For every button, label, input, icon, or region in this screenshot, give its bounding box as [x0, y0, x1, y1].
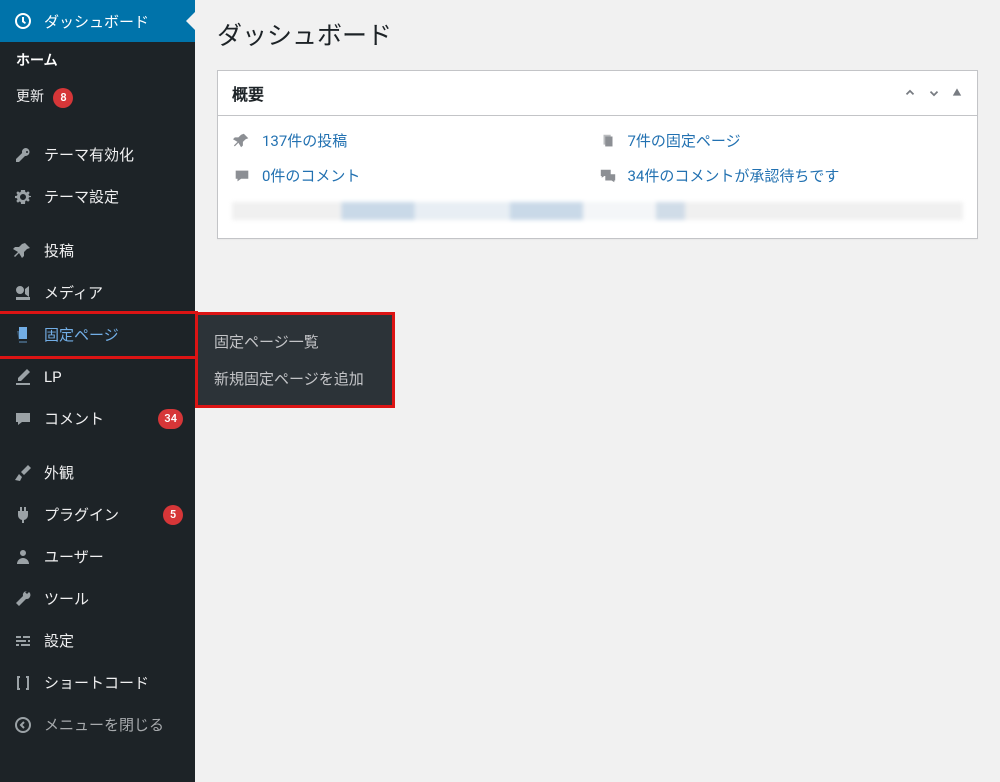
- sidebar-item-media[interactable]: メディア: [0, 272, 195, 314]
- comments-badge: 34: [158, 409, 183, 429]
- sidebar-label: プラグイン: [44, 504, 157, 525]
- comments-icon: [598, 166, 618, 186]
- separator: [0, 218, 195, 230]
- media-icon: [12, 282, 34, 304]
- edit-icon: [12, 366, 34, 388]
- sidebar-label: 設定: [44, 630, 183, 651]
- sidebar-item-shortcode[interactable]: ショートコード: [0, 662, 195, 704]
- comment-icon: [232, 166, 252, 186]
- sidebar-label: テーマ有効化: [44, 144, 183, 165]
- sidebar-item-plugins[interactable]: プラグイン 5: [0, 494, 195, 536]
- stat-pending-text: 34件のコメントが承認待ちです: [628, 165, 840, 186]
- sidebar-item-dashboard[interactable]: ダッシュボード: [0, 0, 195, 42]
- move-up-icon[interactable]: [903, 86, 917, 100]
- sidebar-item-theme-activate[interactable]: テーマ有効化: [0, 134, 195, 176]
- stat-pending-link[interactable]: 34件のコメントが承認待ちです: [598, 165, 964, 186]
- stat-comments-link[interactable]: 0件のコメント: [232, 165, 598, 186]
- sliders-icon: [12, 630, 34, 652]
- stats-col-left: 137件の投稿 0件のコメント: [232, 130, 598, 186]
- brackets-icon: [12, 672, 34, 694]
- toggle-icon[interactable]: [951, 86, 963, 100]
- wrench-icon: [12, 588, 34, 610]
- overview-body: 137件の投稿 0件のコメント 7件の固定ページ: [218, 116, 977, 238]
- stats-col-right: 7件の固定ページ 34件のコメントが承認待ちです: [598, 130, 964, 186]
- user-icon: [12, 546, 34, 568]
- admin-sidebar: ダッシュボード ホーム 更新 8 テーマ有効化 テーマ設定 投稿 メディア: [0, 0, 195, 782]
- stat-comments-text: 0件のコメント: [262, 165, 360, 186]
- separator: [0, 122, 195, 134]
- sidebar-item-pages[interactable]: 固定ページ: [0, 311, 198, 359]
- separator: [0, 440, 195, 452]
- flyout-add-new-page[interactable]: 新規固定ページを追加: [198, 360, 392, 397]
- main-content: ダッシュボード 概要: [195, 0, 1000, 251]
- sidebar-label: メニューを閉じる: [44, 714, 183, 735]
- flyout-all-pages[interactable]: 固定ページ一覧: [198, 323, 392, 360]
- updates-badge: 8: [53, 88, 73, 108]
- sidebar-label: 固定ページ: [44, 324, 183, 345]
- overview-widget: 概要 137件の投: [217, 70, 978, 239]
- brush-icon: [12, 462, 34, 484]
- sidebar-item-settings[interactable]: 設定: [0, 620, 195, 662]
- submenu-home[interactable]: ホーム: [0, 42, 195, 78]
- overview-title: 概要: [232, 81, 903, 105]
- move-down-icon[interactable]: [927, 86, 941, 100]
- sidebar-item-collapse[interactable]: メニューを閉じる: [0, 704, 195, 746]
- stat-pages-text: 7件の固定ページ: [628, 130, 741, 151]
- overview-header: 概要: [218, 71, 977, 116]
- sidebar-label: 投稿: [44, 240, 183, 261]
- submenu-updates-label: 更新: [16, 89, 44, 105]
- sidebar-item-theme-settings[interactable]: テーマ設定: [0, 176, 195, 218]
- plugin-icon: [12, 504, 34, 526]
- sidebar-label: ユーザー: [44, 546, 183, 567]
- pages-icon: [598, 131, 618, 151]
- stat-posts-link[interactable]: 137件の投稿: [232, 130, 598, 151]
- pages-icon: [12, 324, 34, 346]
- sidebar-label: ダッシュボード: [44, 11, 183, 32]
- stat-pages-link[interactable]: 7件の固定ページ: [598, 130, 964, 151]
- sidebar-label: ツール: [44, 588, 183, 609]
- dashboard-submenu: ホーム 更新 8: [0, 42, 195, 122]
- key-icon: [12, 144, 34, 166]
- stat-posts-text: 137件の投稿: [262, 130, 347, 151]
- page-title: ダッシュボード: [217, 16, 978, 52]
- plugins-badge: 5: [163, 505, 183, 525]
- pages-flyout-menu: 固定ページ一覧 新規固定ページを追加: [195, 312, 395, 408]
- sidebar-item-appearance[interactable]: 外観: [0, 452, 195, 494]
- sidebar-item-comments[interactable]: コメント 34: [0, 398, 195, 440]
- sidebar-label: 外観: [44, 462, 183, 483]
- pin-icon: [232, 131, 252, 151]
- comment-icon: [12, 408, 34, 430]
- submenu-updates[interactable]: 更新 8: [0, 78, 195, 116]
- sidebar-label: メディア: [44, 282, 183, 303]
- sidebar-item-tools[interactable]: ツール: [0, 578, 195, 620]
- sidebar-item-lp[interactable]: LP: [0, 356, 195, 398]
- sidebar-label: ショートコード: [44, 672, 183, 693]
- sidebar-item-users[interactable]: ユーザー: [0, 536, 195, 578]
- sidebar-label: コメント: [44, 408, 152, 429]
- sidebar-label: テーマ設定: [44, 186, 183, 207]
- sidebar-item-posts[interactable]: 投稿: [0, 230, 195, 272]
- redacted-info: [232, 202, 963, 220]
- collapse-icon: [12, 714, 34, 736]
- sidebar-label: LP: [44, 368, 183, 386]
- pin-icon: [12, 240, 34, 262]
- widget-controls: [903, 86, 963, 100]
- gear-icon: [12, 186, 34, 208]
- stats-row: 137件の投稿 0件のコメント 7件の固定ページ: [232, 130, 963, 186]
- dashboard-icon: [12, 10, 34, 32]
